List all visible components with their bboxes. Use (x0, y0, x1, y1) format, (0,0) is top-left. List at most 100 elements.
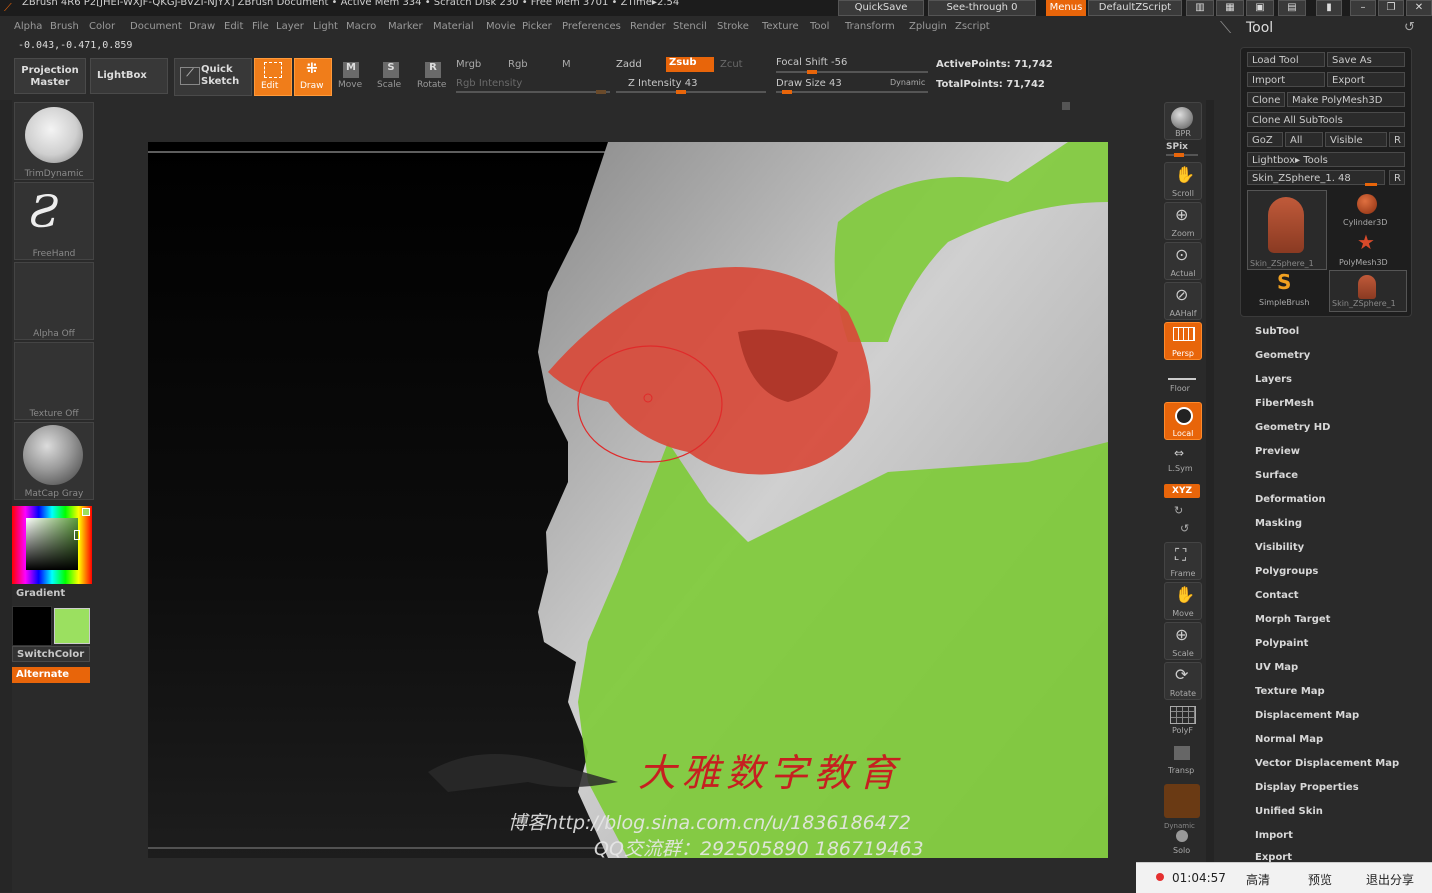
menu-zscript[interactable]: Zscript (955, 21, 990, 32)
menu-polygroups[interactable]: Polygroups (1255, 566, 1318, 577)
m-button[interactable]: M (562, 59, 571, 70)
move-button[interactable]: M Move (336, 58, 366, 94)
menu-morph-target[interactable]: Morph Target (1255, 614, 1330, 625)
restore-icon[interactable]: ❐ (1378, 0, 1404, 16)
current-tool-knob[interactable] (1365, 183, 1377, 186)
projection-master-button[interactable]: Projection Master (14, 58, 86, 94)
color-picker-square[interactable] (26, 518, 78, 570)
menu-deformation[interactable]: Deformation (1255, 494, 1326, 505)
scroll-button[interactable]: ✋ Scroll (1164, 162, 1202, 200)
zadd-button[interactable]: Zadd (616, 59, 642, 70)
zsub-button[interactable]: Zsub (666, 57, 714, 72)
import-button[interactable]: Import (1247, 72, 1325, 87)
quick-sketch-button[interactable]: ⟋ Quick Sketch (174, 58, 252, 96)
menu-tool[interactable]: Tool (810, 21, 829, 32)
focal-shift-knob[interactable] (807, 70, 817, 74)
tool-thumb-skin-zsphere[interactable]: Skin_ZSphere_1 (1247, 190, 1327, 270)
mrgb-button[interactable]: Mrgb (456, 59, 481, 70)
tool-thumb-skin-zsphere-2[interactable]: Skin_ZSphere_1 (1329, 270, 1407, 312)
spix-slider[interactable]: SPix (1166, 142, 1188, 152)
tool-thumb-simplebrush[interactable]: S SimpleBrush (1247, 270, 1325, 310)
lightbox-tools-button[interactable]: Lightbox▸ Tools (1247, 152, 1405, 167)
menu-surface[interactable]: Surface (1255, 470, 1298, 481)
menu-layer[interactable]: Layer (276, 21, 304, 32)
tool-thumb-cylinder3d[interactable]: Cylinder3D (1329, 190, 1405, 228)
clone-all-subtools-button[interactable]: Clone All SubTools (1247, 112, 1405, 127)
texture-tile[interactable]: Texture Off (14, 342, 94, 420)
rotate-button[interactable]: R Rotate (416, 58, 450, 94)
lightbox-button[interactable]: LightBox (90, 58, 168, 94)
transp-button[interactable]: Transp (1164, 744, 1200, 778)
aahalf-button[interactable]: ⊘ AAHalf (1164, 282, 1202, 320)
local-button[interactable]: Local (1164, 402, 1202, 440)
menu-marker[interactable]: Marker (388, 21, 423, 32)
focal-shift-slider[interactable]: Focal Shift -56 (776, 57, 847, 68)
menu-unified-skin[interactable]: Unified Skin (1255, 806, 1323, 817)
export-button[interactable]: Export (1327, 72, 1405, 87)
secondary-color-swatch[interactable] (54, 608, 90, 644)
move-view-button[interactable]: ✋ Move (1164, 582, 1202, 620)
menu-material[interactable]: Material (433, 21, 474, 32)
menu-document[interactable]: Document (130, 21, 182, 32)
draw-size-slider[interactable]: Draw Size 43 (776, 78, 842, 89)
primary-color-swatch[interactable] (12, 606, 52, 646)
menu-alpha[interactable]: Alpha (14, 21, 42, 32)
menu-normal-map[interactable]: Normal Map (1255, 734, 1323, 745)
menu-movie[interactable]: Movie (486, 21, 516, 32)
lsym-button[interactable]: ⇔ L.Sym (1164, 444, 1200, 476)
draw-size-knob[interactable] (782, 90, 792, 94)
spix-track[interactable] (1166, 153, 1198, 157)
menu-transform[interactable]: Transform (845, 21, 895, 32)
menu-draw[interactable]: Draw (189, 21, 215, 32)
persp-button[interactable]: Persp (1164, 322, 1202, 360)
menu-visibility[interactable]: Visibility (1255, 542, 1304, 553)
polyf-button[interactable]: PolyF (1164, 704, 1200, 738)
material-tile[interactable]: MatCap Gray (14, 422, 94, 500)
rgb-intensity-slider[interactable]: Rgb Intensity (456, 78, 522, 89)
scale-view-button[interactable]: ⊕ Scale (1164, 622, 1202, 660)
zoom-button[interactable]: ⊕ Zoom (1164, 202, 1202, 240)
preview-button[interactable]: 预览 (1308, 871, 1332, 888)
scale-button[interactable]: S Scale (376, 58, 406, 94)
menu-layers[interactable]: Layers (1255, 374, 1292, 385)
menu-picker[interactable]: Picker (522, 21, 552, 32)
menu-fibermesh[interactable]: FiberMesh (1255, 398, 1314, 409)
goz-visible-button[interactable]: Visible (1325, 132, 1387, 147)
menu-preferences[interactable]: Preferences (562, 21, 621, 32)
menu-uv-map[interactable]: UV Map (1255, 662, 1298, 673)
see-through-slider[interactable]: See-through 0 (928, 0, 1036, 16)
xyz-button[interactable]: XYZ (1164, 484, 1200, 498)
layout-icon[interactable]: ▤ (1278, 0, 1306, 16)
tool-r-button[interactable]: R (1389, 170, 1405, 185)
zcut-button[interactable]: Zcut (720, 59, 743, 70)
menu-subtool[interactable]: SubTool (1255, 326, 1299, 337)
menu-color[interactable]: Color (89, 21, 115, 32)
rgb-button[interactable]: Rgb (508, 59, 528, 70)
load-tool-button[interactable]: Load Tool (1247, 52, 1325, 67)
menu-macro[interactable]: Macro (346, 21, 376, 32)
default-zscript-button[interactable]: DefaultZScript (1088, 0, 1182, 16)
menu-zplugin[interactable]: Zplugin (909, 21, 947, 32)
rotate-z-icon[interactable]: ↺ (1180, 522, 1189, 535)
reset-icon[interactable]: ↺ (1404, 20, 1415, 35)
switchcolor-button[interactable]: SwitchColor (12, 646, 90, 662)
canvas-viewport[interactable]: 大雅数字教育 博客http://blog.sina.com.cn/u/18361… (148, 142, 1108, 858)
close-icon[interactable]: ✕ (1406, 0, 1432, 16)
color-picker[interactable] (12, 506, 92, 584)
exit-share-button[interactable]: 退出分享 (1366, 871, 1414, 888)
menu-stroke[interactable]: Stroke (717, 21, 749, 32)
ghost-button[interactable] (1164, 784, 1200, 818)
menu-file[interactable]: File (252, 21, 269, 32)
menu-polypaint[interactable]: Polypaint (1255, 638, 1308, 649)
menu-edit[interactable]: Edit (224, 21, 243, 32)
save-as-button[interactable]: Save As (1327, 52, 1405, 67)
layout-icon[interactable]: ▣ (1246, 0, 1274, 16)
z-intensity-slider[interactable]: Z Intensity 43 (628, 78, 697, 89)
menu-import[interactable]: Import (1255, 830, 1293, 841)
goz-button[interactable]: GoZ (1247, 132, 1283, 147)
menu-masking[interactable]: Masking (1255, 518, 1302, 529)
menu-vector-displacement-map[interactable]: Vector Displacement Map (1255, 758, 1399, 769)
quicksave-button[interactable]: QuickSave (838, 0, 924, 16)
draw-button[interactable]: ⁜ Draw (294, 58, 332, 96)
menu-contact[interactable]: Contact (1255, 590, 1299, 601)
